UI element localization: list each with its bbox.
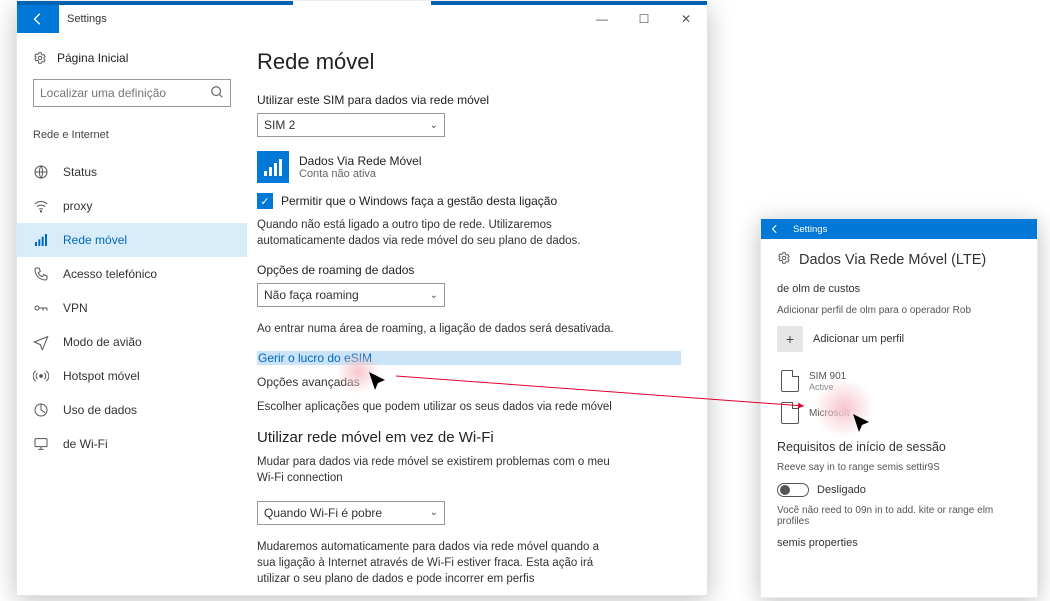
chevron-down-icon: ⌄ [430,507,438,518]
wifi-fallback-value: Quando Wi-Fi é pobre [264,506,382,520]
hotspot-icon [33,368,49,384]
nav-label: Hotspot móvel [63,369,140,383]
nav-hotspot[interactable]: Hotspot móvel [17,359,247,393]
airplane-icon [33,334,49,350]
vpn-icon [33,300,49,316]
phone-icon [33,266,49,282]
sim2-name: Microsoft [809,408,850,419]
panel-section1-sub: Adicionar perfil de olm para o operador … [777,305,1021,316]
nav-cellular[interactable]: Rede móvel [17,223,247,257]
nav-airplane[interactable]: Modo de avião [17,325,247,359]
nav-label: Rede móvel [63,233,127,247]
plus-icon[interactable]: + [777,326,803,352]
nav-label: Status [63,165,97,179]
advanced-options-link[interactable]: Opções avançadas [257,375,681,389]
toggle-label: Desligado [817,484,866,496]
sidebar: Página Inicial Rede e Internet Status pr… [17,33,247,595]
wifi-icon [33,198,49,214]
home-label: Página Inicial [57,51,128,65]
window-title: Settings [67,13,107,25]
network-name: Dados Via Rede Móvel [299,154,422,168]
checkbox-checked-icon[interactable]: ✓ [257,193,273,209]
network-status: Conta não ativa [299,168,422,180]
nav-dialup[interactable]: Acesso telefónico [17,257,247,291]
nav-label: Uso de dados [63,403,137,417]
panel-section2: Requisitos de início de sessão [777,440,1021,454]
settings-window: Settings — ☐ ✕ Página Inicial Rede e Int… [16,4,708,596]
panel-note: Você não reed to 09n in to add. kite or … [777,505,1021,527]
wifi-fallback-select[interactable]: Quando Wi-Fi é pobre ⌄ [257,501,445,525]
search-icon [210,85,224,102]
wifi-fallback-heading: Utilizar rede móvel em vez de Wi-Fi [257,429,681,446]
signal-tile-icon [257,151,289,183]
panel-title: Settings [793,224,827,235]
chevron-down-icon: ⌄ [430,290,438,301]
roaming-selected-value: Não faça roaming [264,288,359,302]
checkbox-label: Permitir que o Windows faça a gestão des… [281,194,557,208]
minimize-button[interactable]: — [581,5,623,33]
nav-wifi[interactable]: de Wi-Fi [17,427,247,461]
nav-label: VPN [63,301,88,315]
search-field[interactable] [40,86,210,100]
chevron-down-icon: ⌄ [430,120,438,131]
signin-toggle[interactable]: Desligado [777,483,1021,497]
sim-row-2[interactable]: Microsoft [781,402,1021,424]
wifi-fallback-desc: Mudar para dados via rede móvel se exist… [257,454,617,486]
sim1-name: SIM 901 [809,371,846,382]
panel-section1: de olm de custos [777,283,1021,295]
window-controls: — ☐ ✕ [581,5,707,33]
home-link[interactable]: Página Inicial [33,51,231,65]
manage-esim-link[interactable]: Gerir o lucro do eSIM [257,351,681,365]
search-input[interactable] [33,79,231,107]
nav-datausage[interactable]: Uso de dados [17,393,247,427]
content-area: Rede móvel Utilizar este SIM para dados … [247,33,707,595]
globe-icon [33,164,49,180]
roaming-select[interactable]: Não faça roaming ⌄ [257,283,445,307]
add-profile-row[interactable]: + Adicionar um perfil [777,326,1021,352]
panel-heading: Dados Via Rede Móvel (LTE) [777,251,1021,269]
sim1-status: Active [809,382,846,392]
apps-desc: Escolher aplicações que podem utilizar o… [257,399,617,415]
panel-heading-text: Dados Via Rede Móvel (LTE) [799,252,986,268]
monitor-icon [33,436,49,452]
back-button[interactable] [17,5,59,33]
wifi-fallback-note: Mudaremos automaticamente para dados via… [257,539,617,587]
sim-select-label: Utilizar este SIM para dados via rede mó… [257,93,681,107]
network-status-row: Dados Via Rede Móvel Conta não ativa [257,151,681,183]
nav-group-title: Rede e Internet [33,129,231,141]
sim-selected-value: SIM 2 [264,118,295,132]
roaming-desc: Ao entrar numa área de roaming, a ligaçã… [257,321,617,337]
esim-panel-window: Settings Dados Via Rede Móvel (LTE) de o… [760,218,1038,598]
signal-icon [33,232,49,248]
nav-status[interactable]: Status [17,155,247,189]
panel-titlebar: Settings [761,219,1037,239]
nav-label: Modo de avião [63,335,142,349]
nav-label: Acesso telefónico [63,267,157,281]
sim-icon [781,370,799,392]
sim-icon [781,402,799,424]
sim-row-1[interactable]: SIM 901 Active [781,370,1021,392]
gear-icon [33,51,47,65]
gear-icon [777,251,791,269]
nav-label: proxy [63,199,92,213]
data-icon [33,402,49,418]
roaming-label: Opções de roaming de dados [257,263,681,277]
nav-vpn[interactable]: VPN [17,291,247,325]
panel-section3: semis properties [777,537,1021,549]
page-heading: Rede móvel [257,49,681,75]
manage-checkbox-row[interactable]: ✓ Permitir que o Windows faça a gestão d… [257,193,681,209]
titlebar: Settings — ☐ ✕ [17,5,707,33]
auto-connect-desc: Quando não está ligado a outro tipo de r… [257,217,617,249]
nav-proxy[interactable]: proxy [17,189,247,223]
close-button[interactable]: ✕ [665,5,707,33]
maximize-button[interactable]: ☐ [623,5,665,33]
toggle-off-icon[interactable] [777,483,809,497]
panel-back-button[interactable] [761,219,789,239]
panel-section2-sub: Reeve say in to range semis settir9S [777,462,1021,473]
nav-label: de Wi-Fi [63,437,108,451]
add-profile-label: Adicionar um perfil [813,333,904,345]
nav-list: Status proxy Rede móvel Acesso telefónic… [17,155,247,461]
sim-select[interactable]: SIM 2 ⌄ [257,113,445,137]
